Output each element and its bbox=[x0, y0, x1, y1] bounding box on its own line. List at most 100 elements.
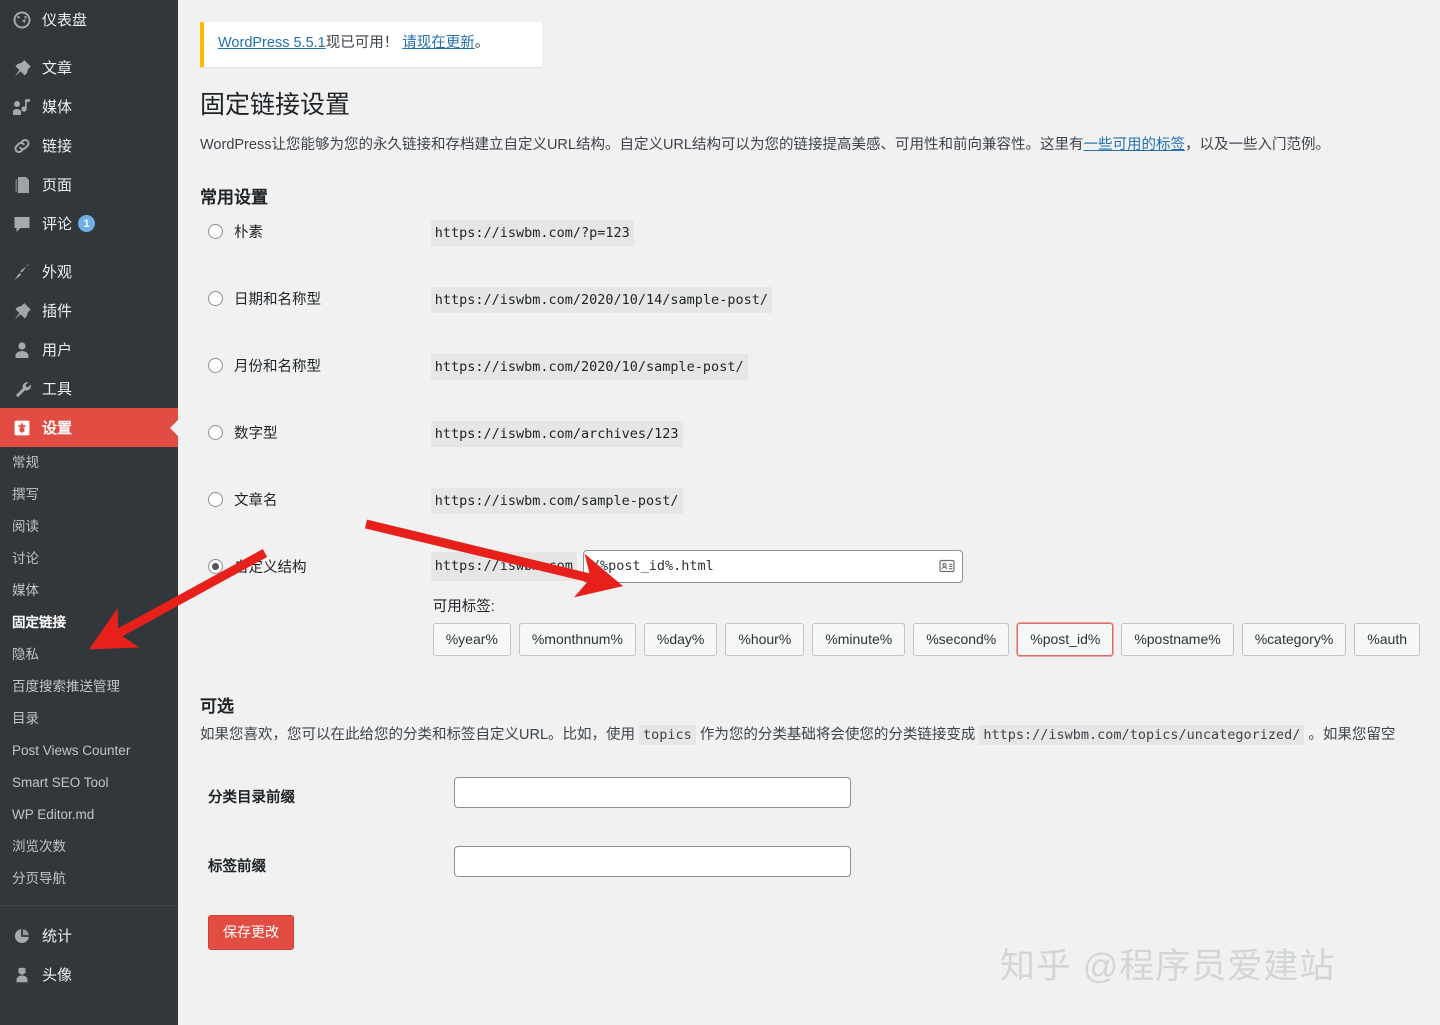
submenu-item-10[interactable]: Smart SEO Tool bbox=[0, 767, 178, 799]
structure-tag-button-3[interactable]: %hour% bbox=[725, 623, 805, 656]
sidebar-item-label: 头像 bbox=[42, 967, 73, 984]
structure-tag-button-5[interactable]: %second% bbox=[913, 623, 1010, 656]
permalink-example-url: https://iswbm.com/?p=123 bbox=[430, 220, 634, 246]
sidebar-bottom-item-0[interactable]: 统计 bbox=[0, 916, 178, 955]
submenu-item-2[interactable]: 阅读 bbox=[0, 511, 178, 543]
comment-icon bbox=[10, 212, 34, 236]
contact-card-icon[interactable] bbox=[939, 558, 955, 574]
permalink-radio-option-2[interactable]: 月份和名称型 bbox=[208, 348, 431, 382]
submenu-item-9[interactable]: Post Views Counter bbox=[0, 735, 178, 767]
sidebar-item-3[interactable]: 链接 bbox=[0, 126, 178, 165]
structure-tag-button-1[interactable]: %monthnum% bbox=[518, 623, 636, 656]
submenu-item-8[interactable]: 目录 bbox=[0, 703, 178, 735]
permalink-option-label-cell: 日期和名称型 bbox=[200, 281, 431, 348]
update-notice: WordPress 5.5.1现已可用！ 请现在更新。 bbox=[200, 22, 542, 67]
sidebar-item-7[interactable]: 插件 bbox=[0, 291, 178, 330]
sidebar-item-label: 仪表盘 bbox=[42, 12, 88, 29]
permalink-option-label-cell: 月份和名称型 bbox=[200, 348, 431, 415]
structure-tag-button-2[interactable]: %day% bbox=[643, 623, 718, 656]
optional-field-input-0[interactable] bbox=[454, 776, 851, 808]
sidebar-item-5[interactable]: 评论 1 bbox=[0, 204, 178, 243]
permalink-radio[interactable] bbox=[208, 357, 223, 373]
submenu-item-4[interactable]: 媒体 bbox=[0, 575, 178, 607]
sidebar-item-4[interactable]: 页面 bbox=[0, 165, 178, 204]
permalink-structure-input[interactable] bbox=[582, 549, 963, 583]
sidebar-item-0[interactable]: 仪表盘 bbox=[0, 0, 178, 39]
structure-tag-button-0[interactable]: %year% bbox=[432, 623, 511, 656]
permalink-example-url: https://iswbm.com/2020/10/sample-post/ bbox=[430, 354, 748, 380]
submenu-item-5[interactable]: 固定链接 bbox=[0, 607, 178, 639]
sidebar-item-label: 设置 bbox=[42, 420, 73, 437]
sidebar-item-label: 外观 bbox=[42, 264, 73, 281]
submenu-item-12[interactable]: 浏览次数 bbox=[0, 831, 178, 863]
submenu-item-0[interactable]: 常规 bbox=[0, 447, 178, 479]
save-changes-button[interactable]: 保存更改 bbox=[208, 914, 294, 950]
permalink-radio-option-0[interactable]: 朴素 bbox=[208, 214, 431, 248]
permalink-option-label: 朴素 bbox=[234, 224, 263, 241]
optional-fields-table: 分类目录前缀标签前缀 bbox=[200, 776, 1420, 915]
permalink-radio[interactable] bbox=[208, 223, 223, 239]
permalink-example-cell: https://iswbm.com/archives/123 bbox=[430, 415, 1420, 482]
permalink-option-row: 朴素 https://iswbm.com/?p=123 bbox=[200, 214, 1420, 281]
permalink-option-label: 日期和名称型 bbox=[234, 291, 321, 308]
sidebar-item-6[interactable]: 外观 bbox=[0, 252, 178, 291]
submenu-item-11[interactable]: WP Editor.md bbox=[0, 799, 178, 831]
optional-field-row: 分类目录前缀 bbox=[200, 776, 1420, 846]
sidebar-item-1[interactable]: 文章 bbox=[0, 48, 178, 87]
tools-icon bbox=[10, 377, 34, 401]
user-icon bbox=[10, 338, 34, 362]
available-tags-link[interactable]: 一些可用的标签 bbox=[1083, 137, 1185, 153]
sidebar-item-label: 文章 bbox=[42, 60, 73, 77]
permalink-radio[interactable] bbox=[208, 491, 223, 507]
submenu-item-1[interactable]: 撰写 bbox=[0, 479, 178, 511]
available-tags-row: %year% %monthnum% %day% %hour% %minute% %seco… bbox=[432, 623, 1420, 656]
intro-text-2: ，以及一些入门范例。 bbox=[1184, 137, 1330, 154]
permalink-option-label: 数字型 bbox=[234, 425, 278, 442]
sidebar-separator bbox=[0, 39, 178, 48]
page-icon bbox=[10, 173, 34, 197]
sidebar-bottom-item-1[interactable]: 头像 bbox=[0, 955, 178, 994]
intro-text-1: WordPress让您能够为您的永久链接和存档建立自定义URL结构。自定义URL… bbox=[200, 137, 1084, 154]
structure-tag-button-4[interactable]: %minute% bbox=[812, 623, 906, 656]
submenu-item-3[interactable]: 讨论 bbox=[0, 543, 178, 575]
page-title: 固定链接设置 bbox=[200, 90, 351, 119]
permalink-radio-option-4[interactable]: 文章名 bbox=[208, 482, 431, 516]
custom-structure-label: 自定义结构 bbox=[234, 559, 307, 576]
submenu-item-7[interactable]: 百度搜索推送管理 bbox=[0, 671, 178, 703]
structure-tag-button-9[interactable]: %auth bbox=[1354, 623, 1420, 656]
sidebar-item-10[interactable]: 设置 bbox=[0, 408, 178, 447]
permalink-option-label: 月份和名称型 bbox=[234, 358, 321, 375]
sidebar-item-2[interactable]: 媒体 bbox=[0, 87, 178, 126]
dashboard-icon bbox=[10, 8, 34, 32]
custom-structure-radio-option[interactable]: 自定义结构 bbox=[208, 549, 431, 583]
permalink-radio-option-1[interactable]: 日期和名称型 bbox=[208, 281, 431, 315]
permalink-radio[interactable] bbox=[208, 290, 223, 306]
optional-field-input-1[interactable] bbox=[454, 845, 851, 877]
sidebar-item-8[interactable]: 用户 bbox=[0, 330, 178, 369]
custom-structure-row: 自定义结构 https://iswbm.com /%post_id%.html … bbox=[200, 549, 1420, 656]
link-icon bbox=[10, 134, 34, 158]
submenu-item-13[interactable]: 分页导航 bbox=[0, 863, 178, 895]
chart-pie-icon bbox=[10, 924, 34, 948]
optional-field-label: 标签前缀 bbox=[208, 858, 266, 875]
wordpress-version-link[interactable]: WordPress 5.5.1 bbox=[218, 35, 326, 51]
sidebar-separator bbox=[0, 243, 178, 252]
sidebar-item-label: 统计 bbox=[42, 928, 73, 945]
structure-tag-button-8[interactable]: %category% bbox=[1241, 623, 1347, 656]
permalink-radio-option-3[interactable]: 数字型 bbox=[208, 415, 431, 449]
comment-count-badge: 1 bbox=[78, 215, 96, 232]
optional-field-input-cell bbox=[454, 776, 1420, 846]
permalink-radio[interactable] bbox=[208, 424, 223, 440]
sidebar-item-label: 链接 bbox=[42, 138, 73, 155]
custom-structure-radio[interactable] bbox=[208, 558, 223, 574]
sidebar-item-9[interactable]: 工具 bbox=[0, 369, 178, 408]
submenu-item-6[interactable]: 隐私 bbox=[0, 639, 178, 671]
permalink-option-row: 月份和名称型 https://iswbm.com/2020/10/sample-p… bbox=[200, 348, 1420, 415]
structure-tag-button-6[interactable]: %post_id% bbox=[1017, 623, 1114, 656]
sidebar-item-label: 用户 bbox=[42, 342, 73, 359]
sidebar-item-label: 工具 bbox=[42, 381, 73, 398]
update-now-link[interactable]: 请现在更新 bbox=[402, 35, 475, 51]
optional-description: 如果您喜欢，您可以在此给您的分类和标签自定义URL。比如，使用 topics 作… bbox=[200, 725, 1420, 747]
structure-tag-button-7[interactable]: %postname% bbox=[1121, 623, 1234, 656]
custom-structure-input-cell: https://iswbm.com /%post_id%.html 可用标签: … bbox=[430, 549, 1420, 656]
